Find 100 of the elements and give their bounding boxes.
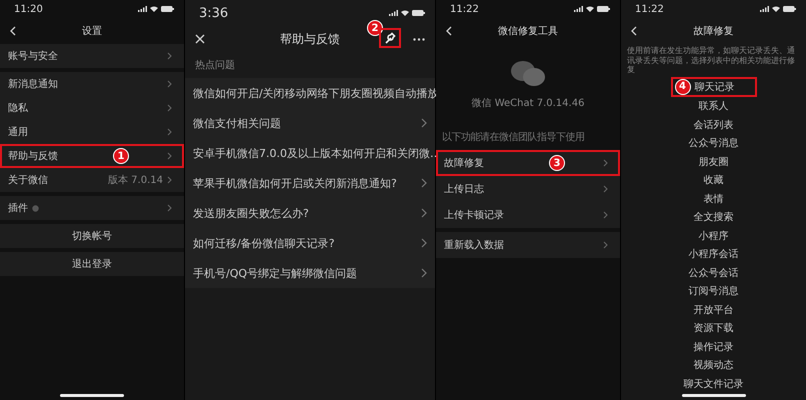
- option-label: 会话列表: [694, 118, 734, 132]
- row-label: 新消息通知: [8, 78, 58, 91]
- settings-row[interactable]: 插件: [0, 196, 184, 220]
- option-label: 公众号消息: [688, 136, 738, 150]
- repair-option[interactable]: 操作记录: [686, 337, 742, 356]
- repair-option[interactable]: 订阅号消息: [680, 282, 746, 300]
- signal-icon: [574, 6, 583, 12]
- repair-tool-button[interactable]: [379, 28, 401, 48]
- wifi-icon: [150, 6, 158, 12]
- repair-option[interactable]: 公众号会话: [680, 263, 746, 282]
- repair-option[interactable]: 公众号消息: [680, 134, 746, 152]
- row-label: 关于微信: [8, 174, 48, 187]
- repair-option[interactable]: 小程序会话: [680, 244, 746, 264]
- repair-option[interactable]: 朋友圈: [690, 152, 736, 171]
- option-label: 公众号会话: [688, 266, 738, 280]
- step-number-badge: 3: [549, 155, 565, 171]
- option-label: 小程序会话: [688, 248, 738, 262]
- chevron-icon: [603, 211, 608, 219]
- option-label: 操作记录: [694, 340, 734, 354]
- row-label: 隐私: [8, 102, 28, 115]
- chevron-icon: [167, 128, 172, 136]
- repair-description: 使用前请在发生功能异常，如聊天记录丢失、通讯录丢失等问题，选择列表中的相关功能进行修复: [626, 45, 796, 76]
- screen-title: 帮助与反馈: [280, 30, 340, 48]
- chevron-icon: [421, 238, 427, 248]
- faq-question: 发送朋友圈失败怎么办?: [193, 206, 309, 220]
- repair-option[interactable]: 开放平台: [686, 300, 742, 319]
- account-action-button[interactable]: 切换帐号: [0, 224, 184, 248]
- settings-row[interactable]: 账号与安全: [0, 44, 184, 68]
- repair-option[interactable]: 视频动态: [686, 356, 742, 374]
- settings-row[interactable]: 故障修复 3: [436, 150, 620, 176]
- step-number-badge: 2: [367, 20, 383, 36]
- signal-icon: [760, 6, 769, 12]
- repair-option[interactable]: 全文搜索: [686, 208, 742, 226]
- option-label: 聊天记录: [694, 80, 734, 94]
- signal-icon: [389, 10, 398, 16]
- battery-icon: [412, 10, 425, 16]
- screen-title: 故障修复: [694, 24, 734, 38]
- battery-icon: [161, 6, 174, 12]
- option-label: 小程序: [698, 230, 728, 243]
- wifi-icon: [586, 6, 594, 12]
- option-label: 联系人: [698, 100, 728, 114]
- settings-row[interactable]: 新消息通知: [0, 72, 184, 96]
- chevron-icon: [421, 118, 427, 128]
- screen-title: 设置: [82, 24, 102, 38]
- settings-row[interactable]: 上传日志: [436, 176, 620, 202]
- faq-question: 苹果手机微信如何开启或关闭新消息通知?: [193, 176, 397, 190]
- repair-option[interactable]: 联系人: [690, 96, 736, 116]
- option-label: 表情: [704, 192, 724, 206]
- row-label: 插件: [8, 202, 28, 215]
- faq-row[interactable]: 苹果手机微信如何开启或关闭新消息通知?: [185, 168, 435, 198]
- chevron-icon: [421, 178, 427, 188]
- status-time: 11:20: [14, 4, 43, 14]
- faq-question: 如何迁移/备份微信聊天记录?: [193, 236, 335, 250]
- option-label: 视频动态: [694, 358, 734, 372]
- settings-row[interactable]: 上传卡顿记录: [436, 202, 620, 228]
- chevron-icon: [421, 208, 427, 218]
- faq-row[interactable]: 如何迁移/备份微信聊天记录?: [185, 228, 435, 258]
- more-icon[interactable]: [413, 38, 425, 40]
- chevron-icon: [167, 104, 172, 112]
- repair-option[interactable]: 4 聊天记录: [670, 76, 756, 97]
- chevron-icon: [603, 241, 608, 249]
- signal-icon: [138, 6, 147, 12]
- back-icon[interactable]: [10, 26, 16, 36]
- wifi-icon: [401, 10, 409, 16]
- screen-title: 微信修复工具: [498, 25, 558, 38]
- repair-option[interactable]: 表情: [696, 189, 732, 208]
- chevron-icon: [421, 268, 427, 278]
- row-label: 通用: [8, 126, 28, 139]
- row-label: 重新载入数据: [444, 238, 504, 252]
- back-icon[interactable]: [631, 26, 637, 36]
- chevron-icon: [167, 152, 172, 160]
- close-icon[interactable]: [195, 34, 205, 44]
- step-number-badge: 1: [113, 148, 129, 164]
- settings-row[interactable]: 重新载入数据: [436, 232, 620, 258]
- settings-row[interactable]: 关于微信 版本 7.0.14: [0, 168, 184, 192]
- repair-option[interactable]: 聊天文件记录: [676, 374, 752, 393]
- repair-option[interactable]: 会话列表: [686, 115, 742, 134]
- chevron-icon: [603, 185, 608, 193]
- chevron-icon: [167, 204, 172, 212]
- status-time: 11:22: [635, 4, 664, 14]
- faq-question: 微信支付相关问题: [193, 116, 281, 130]
- step-number-badge: 4: [674, 78, 690, 95]
- repair-option[interactable]: 收藏: [696, 170, 732, 190]
- faq-row[interactable]: 发送朋友圈失败怎么办?: [185, 198, 435, 228]
- app-version: 微信 WeChat 7.0.14.46: [472, 97, 584, 110]
- settings-row[interactable]: 隐私: [0, 96, 184, 120]
- repair-option[interactable]: 资源下载: [686, 318, 742, 338]
- faq-row[interactable]: 手机号/QQ号绑定与解绑微信问题: [185, 258, 435, 288]
- repair-option[interactable]: 小程序: [690, 226, 736, 245]
- option-label: 开放平台: [694, 304, 734, 317]
- row-label: 上传日志: [444, 182, 484, 196]
- row-label: 故障修复: [444, 156, 484, 170]
- option-label: 收藏: [704, 174, 724, 188]
- account-action-button[interactable]: 退出登录: [0, 252, 184, 276]
- faq-row[interactable]: 微信支付相关问题: [185, 108, 435, 138]
- settings-row[interactable]: 通用: [0, 120, 184, 144]
- chevron-icon: [167, 176, 172, 184]
- back-icon[interactable]: [446, 26, 452, 36]
- option-label: 全文搜索: [694, 210, 734, 224]
- settings-row[interactable]: 帮助与反馈 1: [0, 144, 184, 168]
